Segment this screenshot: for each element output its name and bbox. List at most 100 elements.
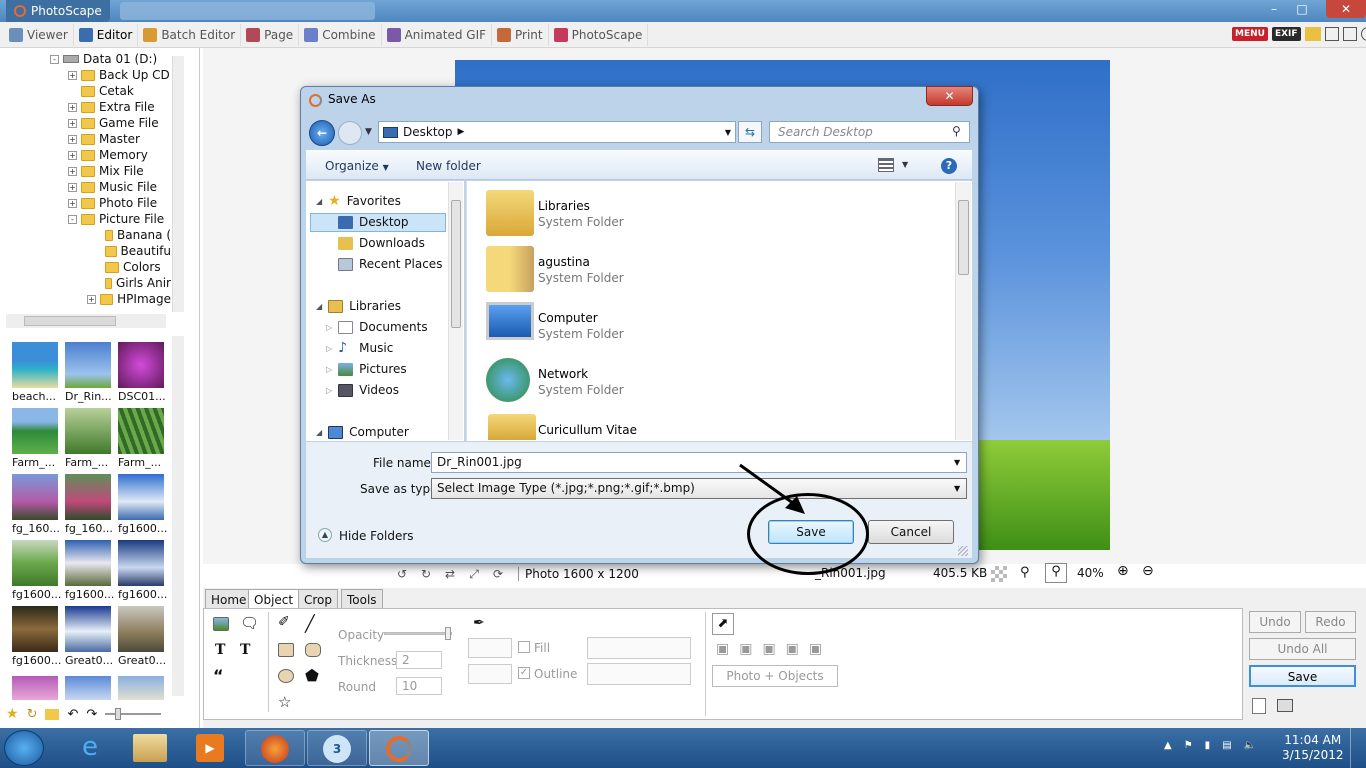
- file-name[interactable]: Computer: [538, 311, 598, 325]
- menu-button[interactable]: MENU: [1232, 27, 1268, 41]
- photo-tool-icon[interactable]: [213, 617, 229, 631]
- thumbnail-image[interactable]: [65, 540, 111, 586]
- recent-pages-chevron-icon[interactable]: ▼: [365, 127, 372, 137]
- tab-object[interactable]: Object: [248, 589, 300, 609]
- savetype-dropdown[interactable]: Select Image Type (*.jpg;*.png;*.gif;*.b…: [431, 478, 967, 499]
- collapse-icon[interactable]: -: [68, 214, 77, 224]
- scroll-thumb[interactable]: [24, 316, 116, 326]
- redo-button[interactable]: Redo: [1305, 611, 1356, 633]
- folder-icon[interactable]: [1304, 27, 1321, 41]
- thumbnail-image[interactable]: [12, 606, 58, 652]
- flag-icon[interactable]: ⚑: [1184, 740, 1193, 751]
- refresh-button[interactable]: ⇆: [738, 121, 762, 143]
- print-icon[interactable]: [1277, 699, 1293, 712]
- thumbnail-image[interactable]: [12, 676, 58, 700]
- thumbnail-image[interactable]: [12, 474, 58, 520]
- rotate-right-icon[interactable]: ↻: [414, 567, 438, 581]
- volume-icon[interactable]: 🔈: [1244, 740, 1256, 751]
- reset-icon[interactable]: ⟳: [486, 567, 510, 581]
- thumbnail-image[interactable]: [12, 540, 58, 586]
- outline-color-picker[interactable]: [468, 664, 512, 684]
- collapse-icon[interactable]: ◢: [316, 192, 322, 211]
- nav-recent-places[interactable]: Recent Places: [338, 255, 442, 274]
- transparency-icon[interactable]: [991, 566, 1007, 582]
- folder-icon[interactable]: [488, 414, 536, 440]
- show-hidden-icon[interactable]: ▲: [1164, 740, 1172, 751]
- text-outline-icon[interactable]: T: [240, 642, 250, 658]
- filename-dropdown-icon[interactable]: ▼: [954, 458, 960, 467]
- outline-checkbox[interactable]: ✓: [518, 667, 530, 679]
- tree-folder[interactable]: + Back Up CD: [68, 67, 170, 83]
- outline-style-dropdown[interactable]: [587, 663, 691, 685]
- tab-print[interactable]: Print: [492, 23, 549, 46]
- tree-folder[interactable]: + Game File: [68, 115, 159, 131]
- expand-icon[interactable]: +: [68, 70, 77, 80]
- tree-subfolder[interactable]: + HPImage: [87, 291, 171, 307]
- expand-icon[interactable]: +: [68, 198, 77, 208]
- battery-icon[interactable]: ▮: [1205, 740, 1211, 751]
- thumbnail-scrollbar[interactable]: [172, 336, 184, 696]
- internet-explorer-icon[interactable]: e: [72, 732, 108, 764]
- nav-scrollbar[interactable]: [448, 182, 463, 440]
- pointer-icon[interactable]: ⬈: [712, 613, 734, 635]
- fill-style-dropdown[interactable]: [587, 637, 691, 659]
- tree-subfolder[interactable]: Beautifu: [105, 243, 171, 259]
- thumbnail-image[interactable]: [65, 676, 111, 700]
- tab-viewer[interactable]: Viewer: [4, 23, 74, 46]
- expand-icon[interactable]: +: [68, 150, 77, 160]
- filename-input[interactable]: Dr_Rin001.jpg: [431, 452, 967, 473]
- network-icon[interactable]: [486, 358, 530, 402]
- start-button[interactable]: [4, 730, 44, 766]
- close-button[interactable]: ✕: [1326, 0, 1366, 18]
- app-task[interactable]: 3: [307, 730, 367, 766]
- file-name[interactable]: Curicullum Vitae: [538, 423, 637, 437]
- zoom-in-icon[interactable]: ⊕: [1117, 563, 1129, 579]
- polygon-icon[interactable]: ⬟: [305, 666, 319, 685]
- organize-button[interactable]: Organize ▼: [325, 159, 389, 173]
- thumbnail-image[interactable]: [118, 676, 164, 700]
- tree-folder[interactable]: + Music File: [68, 179, 157, 195]
- thumbnail-image[interactable]: [65, 408, 111, 454]
- tab-animated-gif[interactable]: Animated GIF: [382, 23, 493, 46]
- folder-icon[interactable]: [45, 708, 60, 720]
- thumbnail-image[interactable]: [12, 342, 58, 388]
- nav-desktop[interactable]: Desktop: [310, 213, 446, 232]
- forward-button[interactable]: [338, 121, 362, 145]
- save-button[interactable]: Save: [1249, 665, 1356, 687]
- expand-icon[interactable]: ▷: [326, 339, 332, 358]
- expand-icon[interactable]: +: [68, 118, 77, 128]
- minimize-button[interactable]: –: [1262, 0, 1286, 18]
- resize-grip-icon[interactable]: [958, 546, 968, 556]
- file-name[interactable]: Libraries: [538, 199, 590, 213]
- chevron-down-icon[interactable]: ▼: [902, 160, 908, 169]
- maximize-button[interactable]: □: [1290, 0, 1314, 18]
- tree-folder[interactable]: + Extra File: [68, 99, 155, 115]
- undo-all-button[interactable]: Undo All: [1249, 638, 1356, 660]
- tab-crop[interactable]: Crop: [298, 589, 339, 609]
- quote-icon[interactable]: “: [213, 666, 224, 685]
- rectangle-icon[interactable]: [278, 643, 294, 657]
- tab-home[interactable]: Home: [205, 589, 253, 609]
- breadcrumb-arrow-icon[interactable]: ▶: [458, 127, 465, 137]
- thumbnail-image[interactable]: [118, 342, 164, 388]
- tree-subfolder[interactable]: Banana (: [105, 227, 171, 243]
- computer-icon[interactable]: [486, 302, 534, 340]
- tree-subfolder[interactable]: Colors: [105, 259, 171, 275]
- text-tool-icon[interactable]: T: [215, 642, 225, 658]
- tree-folder[interactable]: - Picture File: [68, 211, 164, 227]
- zoom-actual-icon[interactable]: ⚲: [1045, 563, 1067, 583]
- network-icon[interactable]: ▤: [1222, 740, 1231, 751]
- file-list-scrollbar[interactable]: [955, 182, 971, 440]
- tab-tools[interactable]: Tools: [341, 589, 383, 609]
- nav-videos[interactable]: ▷ Videos: [326, 381, 399, 400]
- thumbnail-image[interactable]: [65, 474, 111, 520]
- tab-batch-editor[interactable]: Batch Editor: [138, 23, 242, 46]
- tree-folder[interactable]: + Memory: [68, 147, 148, 163]
- libraries-folder-icon[interactable]: [486, 190, 534, 236]
- exif-button[interactable]: EXIF: [1271, 27, 1301, 41]
- expand-icon[interactable]: +: [68, 166, 77, 176]
- refresh-icon[interactable]: ↻: [27, 707, 38, 722]
- star-shape-icon[interactable]: ☆: [278, 693, 291, 711]
- address-bar[interactable]: Desktop ▶ ▼: [378, 121, 736, 143]
- rotate-left-icon[interactable]: ↺: [390, 567, 414, 581]
